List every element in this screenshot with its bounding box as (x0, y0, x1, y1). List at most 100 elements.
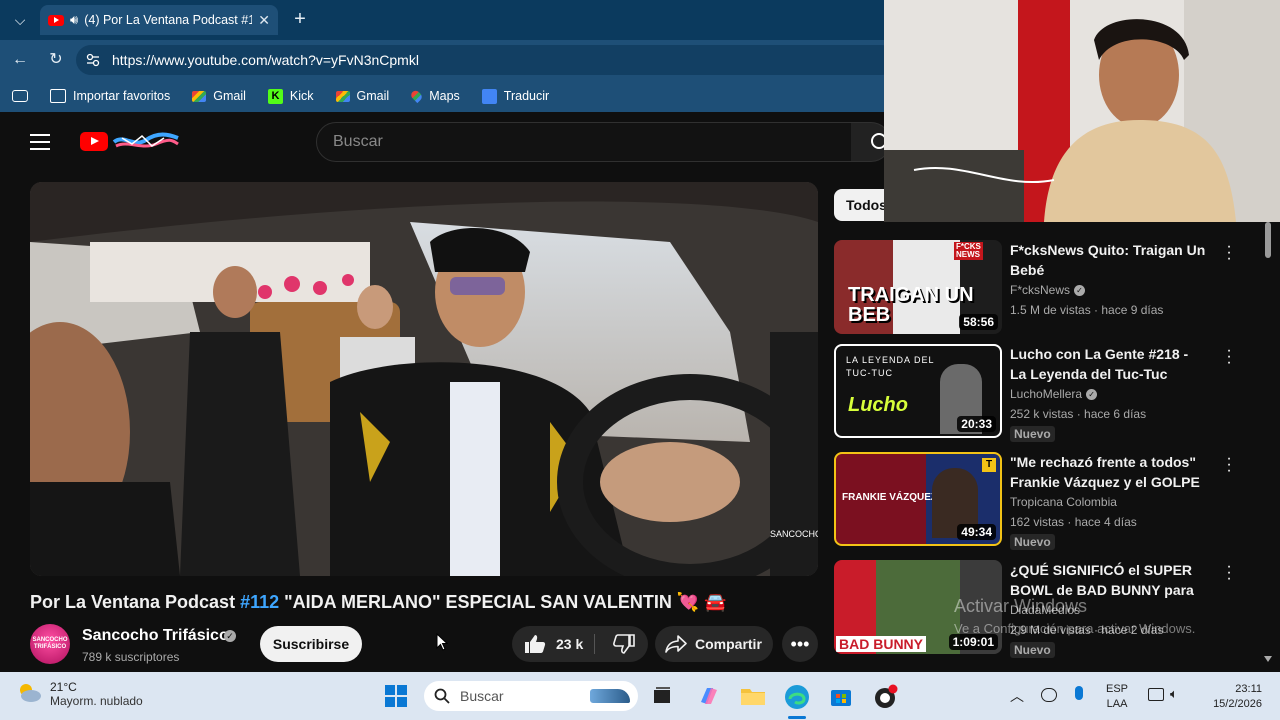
video-player[interactable]: SANCOCHO (30, 182, 818, 576)
site-info-icon[interactable] (86, 53, 100, 67)
back-arrow-icon[interactable]: ← (8, 48, 32, 72)
hamburger-menu-icon[interactable] (30, 134, 50, 150)
network-cloud-icon[interactable] (1041, 688, 1057, 702)
obs-recording-icon[interactable] (873, 684, 898, 708)
maps-icon (409, 88, 424, 104)
more-vertical-icon[interactable]: · · · (1224, 343, 1234, 371)
recommendation-title[interactable]: F*cksNews Quito: Traigan Un Bebé (1010, 240, 1206, 280)
recommendation-item[interactable]: F*CKS NEWS TRAIGAN UN BEB 58:56 F*cksNews… (834, 239, 1264, 336)
weather-temperature: 21°C (50, 680, 77, 694)
scroll-down-arrow-icon[interactable] (1264, 656, 1272, 662)
more-vertical-icon[interactable]: · · · (1224, 451, 1234, 479)
verified-badge-icon: ✓ (1086, 389, 1098, 401)
video-watermark-text: SANCOCHO (770, 529, 818, 539)
reading-list-icon[interactable] (12, 90, 28, 102)
youtube-doodle-logo[interactable] (112, 130, 180, 152)
show-hidden-icons-chevron-icon[interactable]: ︿ (1010, 686, 1024, 706)
recommendation-meta: 1.5 M de vistas · hace 9 días (1010, 303, 1164, 317)
microphone-icon[interactable] (1075, 686, 1083, 700)
new-badge: Nuevo (1010, 426, 1055, 442)
recommendation-title[interactable]: Lucho con La Gente #218 - La Leyenda del… (1010, 344, 1206, 384)
speaker-icon[interactable]: 🔊︎ (70, 12, 78, 28)
recommendation-item[interactable]: LA LEYENDA DEL TUC-TUC Lucho 20:33 Lucho… (834, 343, 1264, 442)
thumbs-up-icon (525, 635, 546, 653)
recommendation-channel[interactable]: LuchoMellera ✓ (1010, 387, 1098, 401)
recommendation-meta: 162 vistas · hace 4 días (1010, 515, 1137, 529)
share-button[interactable]: Compartir (655, 626, 773, 662)
scrollbar-thumb[interactable] (1265, 222, 1271, 258)
mouse-cursor-icon (436, 633, 448, 651)
bookmark-label: Traducir (503, 89, 550, 103)
youtube-logo[interactable] (80, 132, 108, 151)
thumb-logo: Lucho (848, 394, 908, 416)
video-title: Por La Ventana Podcast #112 "AIDA MERLAN… (30, 592, 820, 613)
task-view-icon[interactable] (650, 684, 674, 708)
bookmark-kick[interactable]: K Kick (267, 88, 314, 104)
address-bar[interactable]: https://www.youtube.com/watch?v=yFvN3nCp… (76, 45, 896, 75)
thumb-badge: T (982, 458, 996, 472)
recommendation-title[interactable]: ¿QUÉ SIGNIFICÓ el SUPER BOWL de BAD BUNN… (1010, 560, 1206, 600)
bookmark-import-favorites[interactable]: Importar favoritos (50, 89, 170, 103)
recommendation-channel[interactable]: F*cksNews ✓ (1010, 283, 1086, 297)
more-actions-button[interactable]: ••• (782, 626, 818, 662)
refresh-icon[interactable]: ↻ (44, 48, 68, 72)
share-label: Compartir (695, 636, 762, 652)
subscriber-count: 789 k suscriptores (82, 650, 180, 664)
new-badge: Nuevo (1010, 642, 1055, 658)
youtube-favicon-icon (48, 14, 64, 26)
youtube-search-input[interactable]: Buscar (316, 122, 852, 162)
language-indicator[interactable]: ESP LAA (1106, 682, 1128, 712)
more-vertical-icon[interactable]: · · · (1224, 239, 1234, 267)
translate-icon (481, 88, 497, 104)
weather-widget[interactable]: 21°C Mayorm. nublado (16, 680, 143, 708)
bookmark-translate[interactable]: Traducir (481, 88, 550, 104)
recommendation-title[interactable]: "Me rechazó frente a todos" Frankie Vázq… (1010, 452, 1206, 492)
verified-badge-icon: ✓ (224, 630, 236, 642)
clock-time: 23:11 (1235, 683, 1262, 695)
thumbnail-text: FRANKIE VÁZQUEZ (842, 492, 937, 503)
edge-browser-icon[interactable] (784, 684, 809, 709)
avatar-logo-text: SANCOCHO TRIFÁSICO (32, 637, 68, 650)
recommendation-item[interactable]: FRANKIE VÁZQUEZ T 49:34 "Me rechazó fren… (834, 451, 1264, 550)
weather-description: Mayorm. nublado (50, 694, 143, 708)
copilot-icon[interactable] (697, 684, 721, 708)
file-explorer-icon[interactable] (740, 684, 765, 708)
hashtag-link[interactable]: #112 (240, 592, 279, 612)
more-horizontal-icon: ••• (790, 633, 810, 654)
channel-avatar[interactable]: SANCOCHO TRIFÁSICO (30, 624, 70, 664)
more-vertical-icon[interactable]: · · · (1224, 559, 1234, 587)
tab-actions-menu-button[interactable]: ⌵ (6, 6, 34, 34)
new-tab-button[interactable]: + (288, 8, 312, 32)
video-thumbnail[interactable]: F*CKS NEWS TRAIGAN UN BEB 58:56 (834, 240, 1002, 334)
dislike-button[interactable] (604, 626, 644, 662)
new-badge: Nuevo (1010, 534, 1055, 550)
chevron-down-icon: ⌵ (14, 11, 26, 28)
windows-start-icon[interactable] (384, 684, 408, 708)
like-button[interactable]: 23 k (512, 626, 594, 662)
bookmark-label: Importar favoritos (73, 89, 171, 103)
bookmark-label: Kick (289, 89, 314, 103)
cloud-sun-icon (20, 684, 41, 702)
browser-tab-active[interactable]: 🔊︎ (4) Por La Ventana Podcast #1 ✕ (40, 5, 278, 35)
display-icon[interactable] (1148, 688, 1164, 701)
keyboard-layout: LAA (1106, 698, 1128, 710)
scrollbar[interactable] (1262, 222, 1274, 672)
video-duration: 58:56 (959, 314, 998, 330)
taskbar-search-input[interactable]: Buscar (424, 681, 638, 711)
close-tab-icon[interactable]: ✕ (258, 12, 270, 29)
video-thumbnail[interactable]: FRANKIE VÁZQUEZ T 49:34 (834, 452, 1002, 546)
bookmark-gmail-2[interactable]: Gmail (335, 89, 389, 103)
webcam-feed (884, 0, 1280, 222)
system-clock[interactable]: 23:11 15/2/2026 (1200, 682, 1262, 712)
volume-icon[interactable]: 🔈︎ (1170, 686, 1178, 702)
recommendation-channel[interactable]: Tropicana Colombia (1010, 495, 1117, 509)
thumbnail-text: LA LEYENDA DEL TUC-TUC (846, 355, 935, 378)
bookmark-gmail[interactable]: Gmail (192, 89, 246, 103)
microsoft-store-icon[interactable] (829, 684, 853, 708)
video-thumbnail[interactable]: LA LEYENDA DEL TUC-TUC Lucho 20:33 (834, 344, 1002, 438)
video-duration: 20:33 (957, 416, 996, 432)
windows-activation-watermark: Activar Windows Ve a Configuración para … (954, 596, 1195, 636)
subscribe-button[interactable]: Suscribirse (260, 626, 362, 662)
bookmark-maps[interactable]: Maps (409, 88, 460, 104)
channel-name-link[interactable]: Sancocho Trifásico (82, 627, 229, 645)
